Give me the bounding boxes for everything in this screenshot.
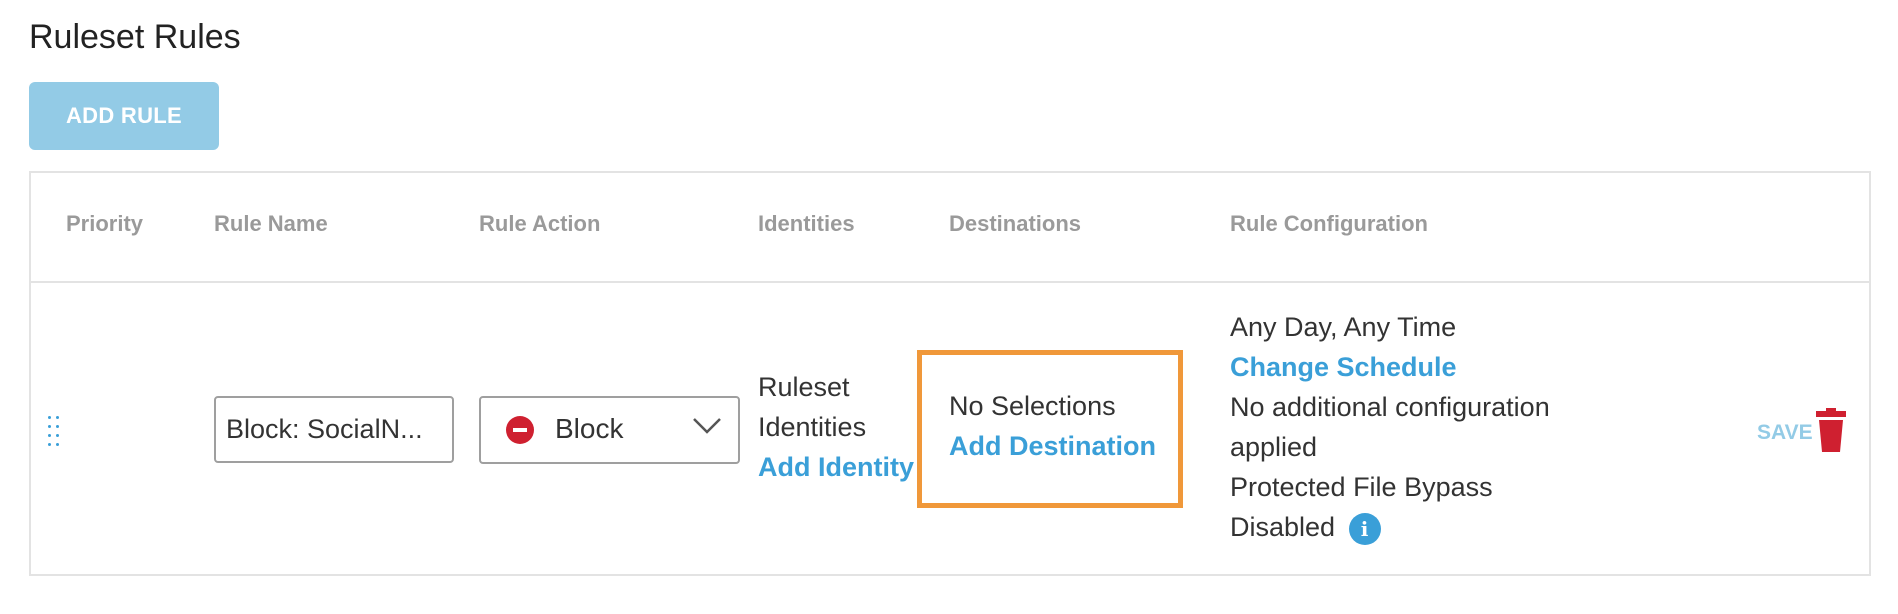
rules-table: Priority Rule Name Rule Action Identitie… xyxy=(29,171,1871,576)
header-rule-action: Rule Action xyxy=(479,211,601,236)
configuration-text-line2: applied xyxy=(1230,432,1318,462)
rule-action-label: Block xyxy=(555,413,624,444)
add-rule-button[interactable]: ADD RULE xyxy=(29,82,219,150)
identities-cell: Ruleset Identities Add Identity xyxy=(758,367,914,487)
header-rule-configuration: Rule Configuration xyxy=(1230,211,1428,236)
identities-line2: Identities xyxy=(758,412,867,442)
destinations-text: No Selections xyxy=(949,391,1116,421)
page-title: Ruleset Rules xyxy=(29,18,241,56)
table-row: Block Ruleset Identities Add Identity No… xyxy=(31,283,1869,576)
bypass-line: Disabled i xyxy=(1230,507,1550,547)
table-header: Priority Rule Name Rule Action Identitie… xyxy=(31,173,1869,283)
header-rule-name: Rule Name xyxy=(214,211,328,236)
schedule-text: Any Day, Any Time xyxy=(1230,312,1457,342)
change-schedule-link[interactable]: Change Schedule xyxy=(1230,347,1550,387)
configuration-cell: Any Day, Any Time Change Schedule No add… xyxy=(1230,307,1550,547)
header-identities: Identities xyxy=(758,211,855,236)
block-icon xyxy=(506,416,534,444)
rule-name-input[interactable] xyxy=(214,396,454,463)
header-priority: Priority xyxy=(66,211,144,236)
destinations-cell: No Selections Add Destination xyxy=(949,386,1156,466)
add-destination-link[interactable]: Add Destination xyxy=(949,426,1156,466)
rule-action-select[interactable]: Block xyxy=(479,396,740,464)
chevron-down-icon xyxy=(693,418,721,434)
bypass-text-line1: Protected File Bypass xyxy=(1230,472,1493,502)
drag-handle-icon[interactable] xyxy=(48,416,66,446)
save-button[interactable]: SAVE xyxy=(1757,421,1813,445)
identities-line1: Ruleset xyxy=(758,372,850,402)
add-identity-link[interactable]: Add Identity xyxy=(758,447,914,487)
header-destinations: Destinations xyxy=(949,211,1082,236)
info-icon[interactable]: i xyxy=(1348,512,1381,545)
configuration-text-line1: No additional configuration xyxy=(1230,392,1550,422)
trash-icon[interactable] xyxy=(1816,408,1846,452)
bypass-text-line2: Disabled xyxy=(1230,512,1336,542)
